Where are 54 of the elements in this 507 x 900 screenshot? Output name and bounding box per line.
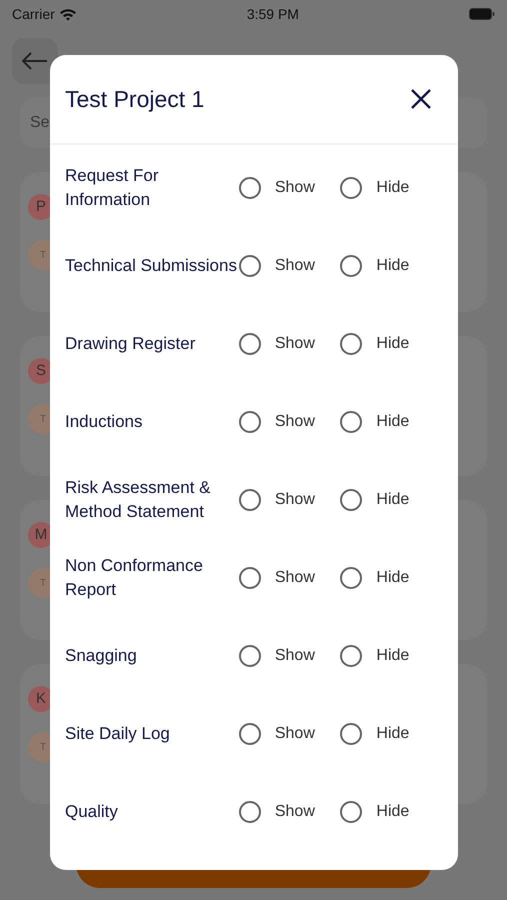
radio-option[interactable]: Show: [238, 488, 340, 512]
radio-option[interactable]: Hide: [340, 800, 442, 824]
module-label: Non Conformance Report: [65, 555, 204, 601]
radio-option[interactable]: Show: [238, 722, 340, 746]
radio-option[interactable]: Show: [238, 644, 340, 668]
radio-icon[interactable]: [340, 255, 362, 277]
radio-icon[interactable]: [340, 489, 362, 511]
radio-icon[interactable]: [238, 333, 261, 355]
radio-option[interactable]: Show: [238, 410, 340, 434]
radio-option[interactable]: Hide: [340, 332, 442, 356]
radio-icon[interactable]: [238, 567, 261, 589]
radio-icon[interactable]: [340, 177, 362, 199]
radio-icon[interactable]: [238, 801, 261, 823]
radio-icon[interactable]: [238, 411, 261, 433]
radio-icon[interactable]: [340, 801, 362, 823]
radio-icon[interactable]: [238, 255, 261, 277]
radio-icon[interactable]: [238, 645, 261, 667]
close-icon: [410, 88, 432, 110]
radio-option[interactable]: Hide: [340, 488, 442, 512]
module-label: Technical Submissions: [65, 255, 238, 278]
radio-icon[interactable]: [340, 567, 362, 589]
radio-option[interactable]: Hide: [340, 722, 442, 746]
radio-option[interactable]: Hide: [340, 176, 442, 200]
carrier-label: Carrier: [12, 4, 55, 24]
radio-icon[interactable]: [340, 723, 362, 745]
module-label: Request For Information: [65, 165, 160, 211]
radio-option[interactable]: Hide: [340, 254, 442, 278]
battery-icon: [468, 8, 495, 20]
radio-option[interactable]: Hide: [340, 410, 442, 434]
radio-option[interactable]: Hide: [340, 644, 442, 668]
wifi-icon: [58, 8, 77, 20]
radio-option[interactable]: Show: [238, 800, 340, 824]
back-button[interactable]: [12, 38, 58, 84]
module-label: Quality: [65, 801, 119, 824]
radio-option[interactable]: Hide: [340, 566, 442, 590]
module-label: Snagging: [65, 645, 138, 668]
radio-icon[interactable]: [340, 411, 362, 433]
radio-option[interactable]: Show: [238, 176, 340, 200]
module-label: Drawing Register: [65, 333, 196, 356]
radio-icon[interactable]: [238, 177, 261, 199]
radio-icon[interactable]: [340, 333, 362, 355]
module-label: Site Daily Log: [65, 723, 171, 746]
module-label: Inductions: [65, 411, 144, 434]
module-label: Risk Assessment & Method Statement: [65, 477, 212, 523]
radio-option[interactable]: Show: [238, 566, 340, 590]
search-placeholder: Se: [30, 113, 50, 133]
radio-icon[interactable]: [238, 489, 261, 511]
modal-title: Test Project 1: [65, 84, 204, 114]
status-time: 3:59 PM: [246, 4, 299, 24]
radio-icon[interactable]: [238, 723, 261, 745]
radio-option[interactable]: Show: [238, 332, 340, 356]
radio-option[interactable]: Show: [238, 254, 340, 278]
back-arrow-icon: [22, 52, 48, 70]
radio-icon[interactable]: [340, 645, 362, 667]
